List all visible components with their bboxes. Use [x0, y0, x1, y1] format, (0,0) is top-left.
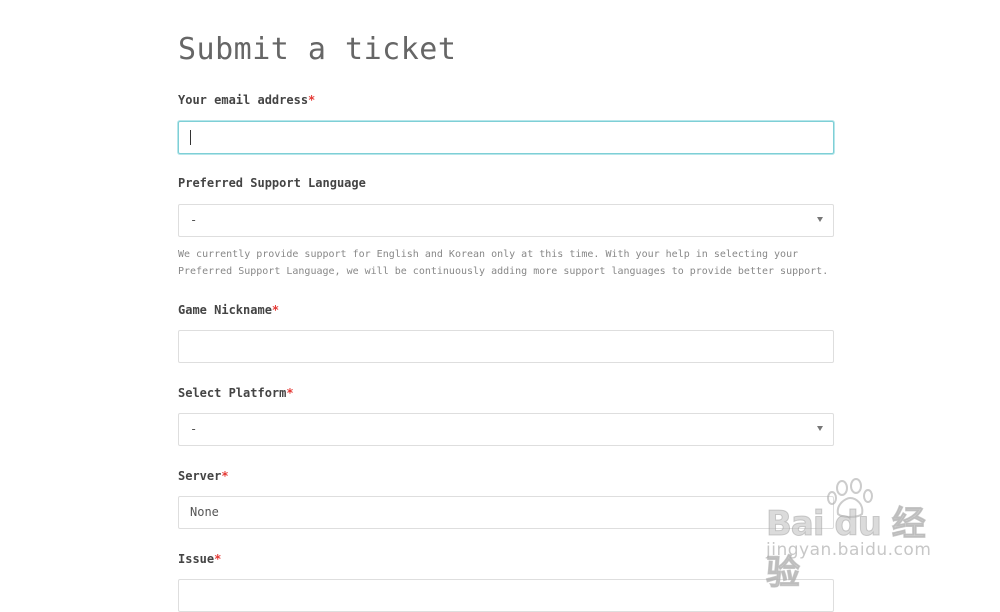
nickname-field[interactable] — [178, 330, 834, 363]
text-caret — [190, 130, 191, 145]
nickname-input[interactable] — [179, 331, 833, 362]
chevron-down-icon — [817, 426, 823, 431]
server-select[interactable]: None — [178, 496, 834, 529]
nickname-label-text: Game Nickname — [178, 303, 272, 317]
language-help-text: We currently provide support for English… — [178, 246, 834, 280]
language-label: Preferred Support Language — [178, 174, 366, 192]
required-mark: * — [221, 469, 229, 483]
help-line: Preferred Support Language, we will be c… — [178, 266, 829, 277]
email-label: Your email address* — [178, 91, 315, 109]
platform-label: Select Platform* — [178, 384, 294, 402]
required-mark: * — [214, 552, 222, 566]
nickname-label: Game Nickname* — [178, 301, 279, 319]
language-label-text: Preferred Support Language — [178, 176, 366, 190]
language-select[interactable]: - — [178, 204, 834, 237]
server-label: Server* — [178, 467, 229, 485]
issue-select[interactable] — [178, 579, 834, 612]
platform-select-value: - — [190, 422, 198, 436]
language-select-value: - — [190, 213, 198, 227]
email-label-text: Your email address — [178, 93, 309, 107]
page-title: Submit a ticket — [178, 32, 457, 67]
help-line: We currently provide support for English… — [178, 249, 799, 260]
server-select-value: None — [190, 505, 219, 519]
required-mark: * — [308, 93, 316, 107]
required-mark: * — [271, 303, 280, 317]
chevron-down-icon — [817, 217, 823, 222]
watermark-url: jingyan.baidu.com — [766, 540, 932, 560]
platform-select[interactable]: - — [178, 413, 834, 446]
issue-label: Issue* — [178, 550, 221, 568]
platform-label-text: Select Platform — [178, 386, 287, 400]
email-field[interactable] — [178, 121, 834, 154]
required-mark: * — [286, 386, 294, 400]
issue-label-text: Issue — [178, 552, 215, 566]
email-input[interactable] — [179, 122, 833, 153]
server-label-text: Server — [178, 469, 222, 483]
